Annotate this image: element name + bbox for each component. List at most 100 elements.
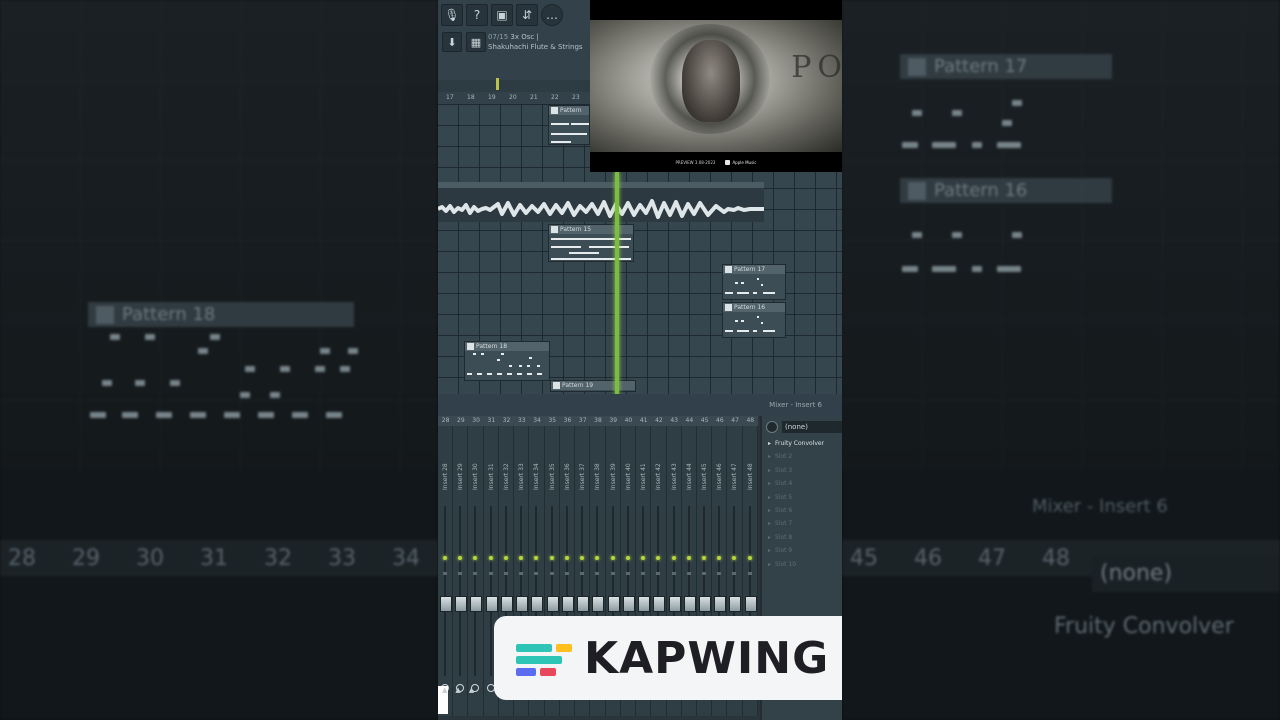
pattern-clip-15[interactable]: Pattern 15	[548, 224, 634, 262]
volume-fader[interactable]	[744, 596, 757, 612]
fx-slot[interactable]: Slot 8	[768, 534, 792, 541]
volume-fader[interactable]	[638, 596, 651, 612]
volume-fader[interactable]	[455, 596, 468, 612]
mixer-strip[interactable]: Insert 30	[468, 426, 484, 716]
fx-preset-select[interactable]: (none)	[766, 420, 842, 434]
mixer-strip[interactable]: Insert 29	[453, 426, 469, 716]
fx-enable-icon[interactable]	[766, 421, 778, 433]
pattern-icon	[908, 57, 926, 76]
strip-name: Insert 46	[716, 463, 724, 490]
fx-slot[interactable]: Slot 9	[768, 547, 792, 554]
strip-name: Insert 42	[655, 463, 663, 490]
strip-led[interactable]	[656, 556, 661, 560]
volume-fader[interactable]	[607, 596, 620, 612]
strip-led[interactable]	[488, 556, 493, 560]
pattern-clip-19[interactable]: Pattern 19	[550, 380, 636, 392]
pattern-clip-16[interactable]: Pattern 16	[722, 302, 786, 338]
mic-icon[interactable]: 🎙	[441, 4, 463, 26]
pattern-clip[interactable]: Pattern	[548, 105, 590, 145]
fader-track	[474, 506, 477, 676]
strip-led[interactable]	[686, 556, 691, 560]
strip-led[interactable]	[610, 556, 615, 560]
fx-slot[interactable]: Slot 10	[768, 561, 796, 568]
kapwing-wordmark: KAPWING	[584, 632, 830, 684]
help-icon[interactable]: ?	[466, 4, 488, 26]
strip-meter	[443, 572, 447, 575]
volume-fader[interactable]	[500, 596, 513, 612]
volume-fader[interactable]	[577, 596, 590, 612]
volume-fader[interactable]	[531, 596, 544, 612]
volume-fader[interactable]	[470, 596, 483, 612]
strip-led[interactable]	[458, 556, 463, 560]
plugin-icon[interactable]: ▦	[466, 32, 486, 52]
volume-fader[interactable]	[516, 596, 529, 612]
strip-name: Insert 43	[670, 463, 678, 490]
strip-led[interactable]	[717, 556, 722, 560]
chat-icon[interactable]: …	[541, 4, 563, 26]
fx-slot[interactable]: Slot 3	[768, 467, 792, 474]
volume-fader[interactable]	[668, 596, 681, 612]
volume-fader[interactable]	[561, 596, 574, 612]
strip-led[interactable]	[473, 556, 478, 560]
mixer-track-number: 34	[533, 417, 541, 424]
strip-meter	[656, 572, 661, 575]
logo-bar	[516, 644, 552, 652]
volume-fader[interactable]	[653, 596, 666, 612]
video-frame: PO	[590, 20, 842, 152]
render-icon[interactable]: ⇵	[516, 4, 538, 26]
strip-led[interactable]	[701, 556, 706, 560]
fx-slot[interactable]: Slot 4	[768, 480, 792, 487]
pattern-icon	[467, 343, 474, 350]
song-position-marker[interactable]	[496, 78, 499, 90]
strip-led[interactable]	[519, 556, 524, 560]
pattern-icon	[725, 266, 732, 273]
strip-led[interactable]	[671, 556, 676, 560]
pattern-clip-18[interactable]: Pattern 18	[464, 341, 550, 381]
strip-led[interactable]	[732, 556, 737, 560]
strip-name: Insert 31	[487, 463, 495, 490]
playhead[interactable]	[615, 172, 619, 394]
fx-slot[interactable]: Fruity Convolver	[768, 440, 824, 447]
pattern-label: Pattern 17	[734, 266, 766, 273]
mixer-title: Mixer - Insert 6	[769, 401, 822, 409]
mixer-track-number: 40	[624, 417, 633, 424]
fx-slot[interactable]: Slot 7	[768, 520, 792, 527]
volume-fader[interactable]	[698, 596, 711, 612]
save-icon[interactable]: ▣	[491, 4, 513, 26]
ghost-mixer-numbers: 282930313233343536	[0, 540, 438, 576]
strip-led[interactable]	[641, 556, 646, 560]
volume-fader[interactable]	[546, 596, 559, 612]
fx-preset-field[interactable]: (none)	[782, 421, 842, 433]
strip-led[interactable]	[534, 556, 539, 560]
volume-fader[interactable]	[714, 596, 727, 612]
timeline-ruler[interactable]: 17 18 19 20 21 22 23	[438, 92, 590, 104]
strip-led[interactable]	[595, 556, 600, 560]
strip-led[interactable]	[564, 556, 569, 560]
strip-meter	[701, 572, 706, 575]
strip-led[interactable]	[625, 556, 630, 560]
strip-led[interactable]	[747, 556, 752, 560]
song-position-bar[interactable]	[438, 80, 590, 92]
strip-led[interactable]	[549, 556, 554, 560]
mixer-track-number: 38	[594, 417, 602, 424]
volume-fader[interactable]	[729, 596, 742, 612]
volume-fader[interactable]	[592, 596, 605, 612]
audio-clip[interactable]	[438, 182, 764, 222]
mixer-strip[interactable]: Insert 28	[438, 426, 454, 716]
ruler-mark: 23	[572, 94, 580, 101]
fx-slot[interactable]: Slot 6	[768, 507, 792, 514]
pattern-clip-17[interactable]: Pattern 17	[722, 264, 786, 300]
fx-slot[interactable]: Slot 5	[768, 494, 792, 501]
fx-slot[interactable]: Slot 2	[768, 453, 792, 460]
fl-studio-view: 🎙 ? ▣ ⇵ … ⬇ ▦ 07/15 3x Osc | Shakuhachi …	[438, 0, 842, 720]
pattern-label: Pattern 18	[476, 343, 508, 350]
strip-led[interactable]	[580, 556, 585, 560]
volume-fader[interactable]	[485, 596, 498, 612]
volume-fader[interactable]	[622, 596, 635, 612]
ruler-mark: 19	[488, 94, 496, 101]
volume-fader[interactable]	[683, 596, 696, 612]
strip-led[interactable]	[503, 556, 508, 560]
strip-led[interactable]	[443, 556, 447, 560]
volume-fader[interactable]	[440, 596, 452, 612]
download-icon[interactable]: ⬇	[442, 32, 462, 52]
